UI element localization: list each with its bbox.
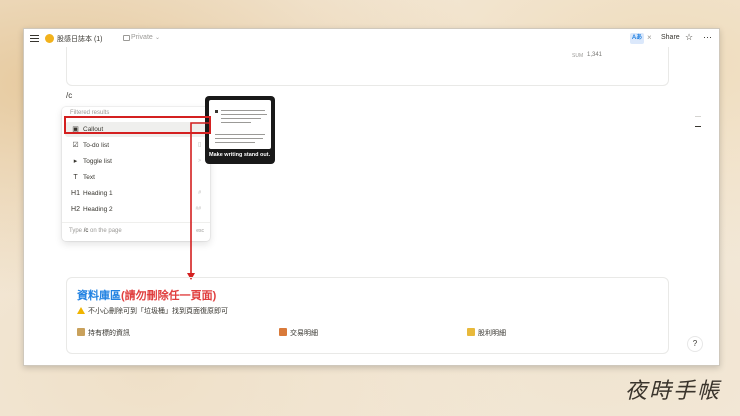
shortcut-hint: [] bbox=[198, 142, 201, 148]
moneybag-icon bbox=[467, 328, 475, 336]
outline-marker[interactable] bbox=[695, 116, 701, 117]
link-dividends[interactable]: 股利明細 bbox=[467, 328, 506, 338]
preview-thumbnail bbox=[209, 100, 271, 149]
topbar: 股感日誌本 (1) Private ⌄ Aあ × Share ☆ ⋯ bbox=[24, 29, 719, 49]
menu-item-label: Heading 2 bbox=[83, 206, 113, 213]
link-transactions[interactable]: 交易明細 bbox=[279, 328, 318, 338]
page-emoji-icon[interactable] bbox=[45, 34, 54, 43]
link-holdings[interactable]: 持有標的資訊 bbox=[77, 328, 130, 338]
sum-card: SUM 1,341 bbox=[66, 47, 669, 86]
footer-prefix: Type bbox=[69, 228, 83, 234]
title-part-1: 資料庫區 bbox=[77, 290, 121, 302]
toggle-list-icon: ▸ bbox=[73, 158, 78, 165]
link-label: 交易明細 bbox=[290, 330, 318, 337]
menu-item-label: To-do list bbox=[83, 142, 110, 149]
link-label: 股利明細 bbox=[478, 330, 506, 337]
slash-command-text[interactable]: /c bbox=[66, 91, 72, 100]
share-button[interactable]: Share bbox=[661, 34, 680, 41]
warning-icon bbox=[77, 307, 85, 314]
stack-icon bbox=[279, 328, 287, 336]
memo-icon bbox=[77, 328, 85, 336]
menu-item-label: Heading 1 bbox=[83, 190, 113, 197]
esc-hint[interactable]: esc bbox=[196, 228, 204, 234]
star-icon[interactable]: ☆ bbox=[685, 32, 693, 43]
text-icon: T bbox=[73, 174, 78, 181]
menu-item-label: Text bbox=[83, 174, 95, 181]
privacy-label[interactable]: Private bbox=[131, 34, 153, 41]
menu-item-heading1[interactable]: H1 Heading 1 # bbox=[65, 186, 207, 201]
todo-list-icon: ☑ bbox=[72, 142, 79, 149]
footer-suffix: on the page bbox=[90, 228, 122, 234]
warning-text: 不小心刪除可到「垃圾桶」找到頁面復原即可 bbox=[88, 308, 228, 315]
chevron-down-icon[interactable]: ⌄ bbox=[155, 34, 160, 41]
outline-marker-active[interactable] bbox=[695, 126, 701, 127]
help-button[interactable]: ? bbox=[688, 337, 702, 351]
watermark: 夜時手帳 bbox=[625, 379, 722, 404]
shortcut-hint: ## bbox=[195, 206, 201, 212]
shortcut-hint: > bbox=[198, 158, 201, 164]
heading2-icon: H2 bbox=[71, 206, 80, 213]
app-window: 股感日誌本 (1) Private ⌄ Aあ × Share ☆ ⋯ SUM 1… bbox=[23, 28, 720, 366]
menu-item-heading2[interactable]: H2 Heading 2 ## bbox=[65, 202, 207, 217]
highlight-box bbox=[64, 116, 211, 134]
link-label: 持有標的資訊 bbox=[88, 330, 130, 337]
shortcut-hint: # bbox=[198, 190, 201, 196]
menu-divider bbox=[62, 222, 210, 223]
database-title: 資料庫區(請勿刪除任一頁面) bbox=[77, 287, 216, 303]
close-icon[interactable]: × bbox=[647, 33, 652, 42]
callout-preview: Make writing stand out. bbox=[205, 96, 275, 164]
footer-query: /c bbox=[83, 228, 89, 234]
sum-label: SUM bbox=[572, 53, 584, 59]
sum-value: 1,341 bbox=[587, 52, 603, 58]
preview-caption: Make writing stand out. bbox=[209, 152, 271, 158]
database-section: 資料庫區(請勿刪除任一頁面) 不小心刪除可到「垃圾桶」找到頁面復原即可 持有標的… bbox=[66, 277, 669, 354]
page-title[interactable]: 股感日誌本 (1) bbox=[57, 34, 103, 44]
menu-icon[interactable] bbox=[30, 35, 39, 42]
menu-footer: Type /c on the page bbox=[69, 228, 122, 234]
menu-item-label: Toggle list bbox=[83, 158, 112, 165]
menu-item-toggle[interactable]: ▸ Toggle list > bbox=[65, 154, 207, 169]
font-badge[interactable]: Aあ bbox=[630, 33, 644, 44]
lock-icon bbox=[123, 35, 130, 41]
heading1-icon: H1 bbox=[71, 190, 80, 197]
menu-item-todo[interactable]: ☑ To-do list [] bbox=[65, 138, 207, 153]
menu-item-text[interactable]: T Text bbox=[65, 170, 207, 185]
more-icon[interactable]: ⋯ bbox=[703, 32, 712, 43]
title-part-2: (請勿刪除任一頁面) bbox=[121, 290, 217, 302]
